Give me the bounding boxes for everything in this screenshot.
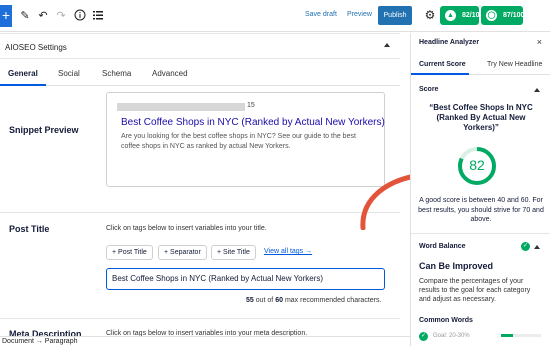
tag-separator-button[interactable]: + Separator [158,245,207,260]
section-divider [0,318,400,319]
check-icon: ✓ [419,332,428,341]
gear-icon[interactable]: ⚙ [423,8,437,22]
common-words-row: ✓ Goal: 20-30% [419,331,543,343]
check-icon: ✓ [521,242,530,251]
post-title-input[interactable]: Best Coffee Shops in NYC (Ranked by Actu… [106,268,385,290]
tab-advanced[interactable]: Advanced [152,69,188,78]
word-balance-label: Word Balance [419,243,466,250]
aioseo-logo-icon: ▲ [445,10,456,21]
char-count-mid: out of [253,297,276,304]
headline-analyzer-panel: Headline Analyzer × Current Score Try Ne… [410,33,550,346]
tag-post-title-button[interactable]: + Post Title [106,245,153,260]
redo-icon[interactable]: ↷ [54,9,68,23]
headline-tabs: Current Score Try New Headline [411,55,550,75]
section-divider [411,233,550,234]
headline-analyzer-icon: ◯ [486,10,497,21]
tab-social[interactable]: Social [58,69,80,78]
close-icon[interactable]: × [537,37,542,47]
info-icon-glyph [74,9,86,21]
snippet-title: Best Coffee Shops in NYC (Ranked by Actu… [121,117,385,128]
settings-tabs: General Social Schema Advanced [0,60,400,86]
list-view-icon[interactable] [91,9,105,23]
tag-site-title-button[interactable]: + Site Title [211,245,256,260]
snippet-description: Are you looking for the best coffee shop… [121,133,356,150]
view-all-tags-link[interactable]: View all tags → [264,248,312,255]
settings-header[interactable]: AIOSEO Settings [0,33,400,59]
score-value: 82 [469,157,485,173]
save-draft-button[interactable]: Save draft [305,11,337,18]
snippet-preview: 15 Best Coffee Shops in NYC (Ranked by A… [106,92,385,187]
info-icon[interactable] [73,9,87,23]
snippet-url-placeholder [117,103,245,111]
tab-try-new-headline[interactable]: Try New Headline [487,61,542,68]
character-count: 55 out of 60 max recommended characters. [246,297,381,304]
active-tab-indicator [411,73,469,75]
snippet-preview-label: Snippet Preview [9,125,79,135]
collapse-caret-icon[interactable] [534,88,540,92]
list-view-glyph [93,11,103,20]
headline-score-button[interactable]: ◯ 87/100 [481,6,525,25]
common-words-bar [501,334,541,337]
common-words-bar-fill [501,334,513,337]
score-message: A good score is between 40 and 60. For b… [418,197,544,223]
preview-button[interactable]: Preview [347,11,372,18]
collapse-caret-icon[interactable] [384,43,390,47]
active-tab-indicator [0,84,46,86]
post-title-label: Post Title [9,224,50,234]
tab-current-score[interactable]: Current Score [419,61,466,68]
truseo-score-button[interactable]: ▲ 82/100 [440,6,483,25]
char-count-value: 55 [246,297,254,304]
editor-toolbar: + ✎ ↶ ↷ Save draft Preview Publish ⚙ ▲ 8… [0,0,550,32]
tab-general[interactable]: General [8,69,38,78]
section-divider [0,212,400,213]
post-title-help: Click on tags below to insert variables … [106,225,267,232]
score-section-label: Score [419,86,439,93]
pencil-icon[interactable]: ✎ [18,9,32,23]
block-breadcrumb[interactable]: Document → Paragraph [0,336,410,346]
undo-icon[interactable]: ↶ [36,9,50,23]
collapse-caret-icon[interactable] [534,245,540,249]
word-balance-text: Compare the percentages of your results … [419,278,531,303]
publish-button[interactable]: Publish [378,6,412,25]
add-block-button[interactable]: + [0,5,12,27]
word-balance-status: Can Be Improved [419,261,494,271]
char-count-suffix: max recommended characters. [283,297,382,304]
analyzed-headline: “Best Coffee Shops In NYC (Ranked By Act… [429,103,533,132]
common-words-label: Common Words [419,317,473,324]
snippet-url-suffix: 15 [247,102,255,109]
settings-title: AIOSEO Settings [5,43,67,52]
char-count-max: 60 [275,297,283,304]
panel-title: Headline Analyzer [419,39,480,46]
tab-schema[interactable]: Schema [102,69,131,78]
headline-score-text: 87/100 [503,12,525,19]
common-words-goal: Goal: 20-30% [433,333,470,339]
